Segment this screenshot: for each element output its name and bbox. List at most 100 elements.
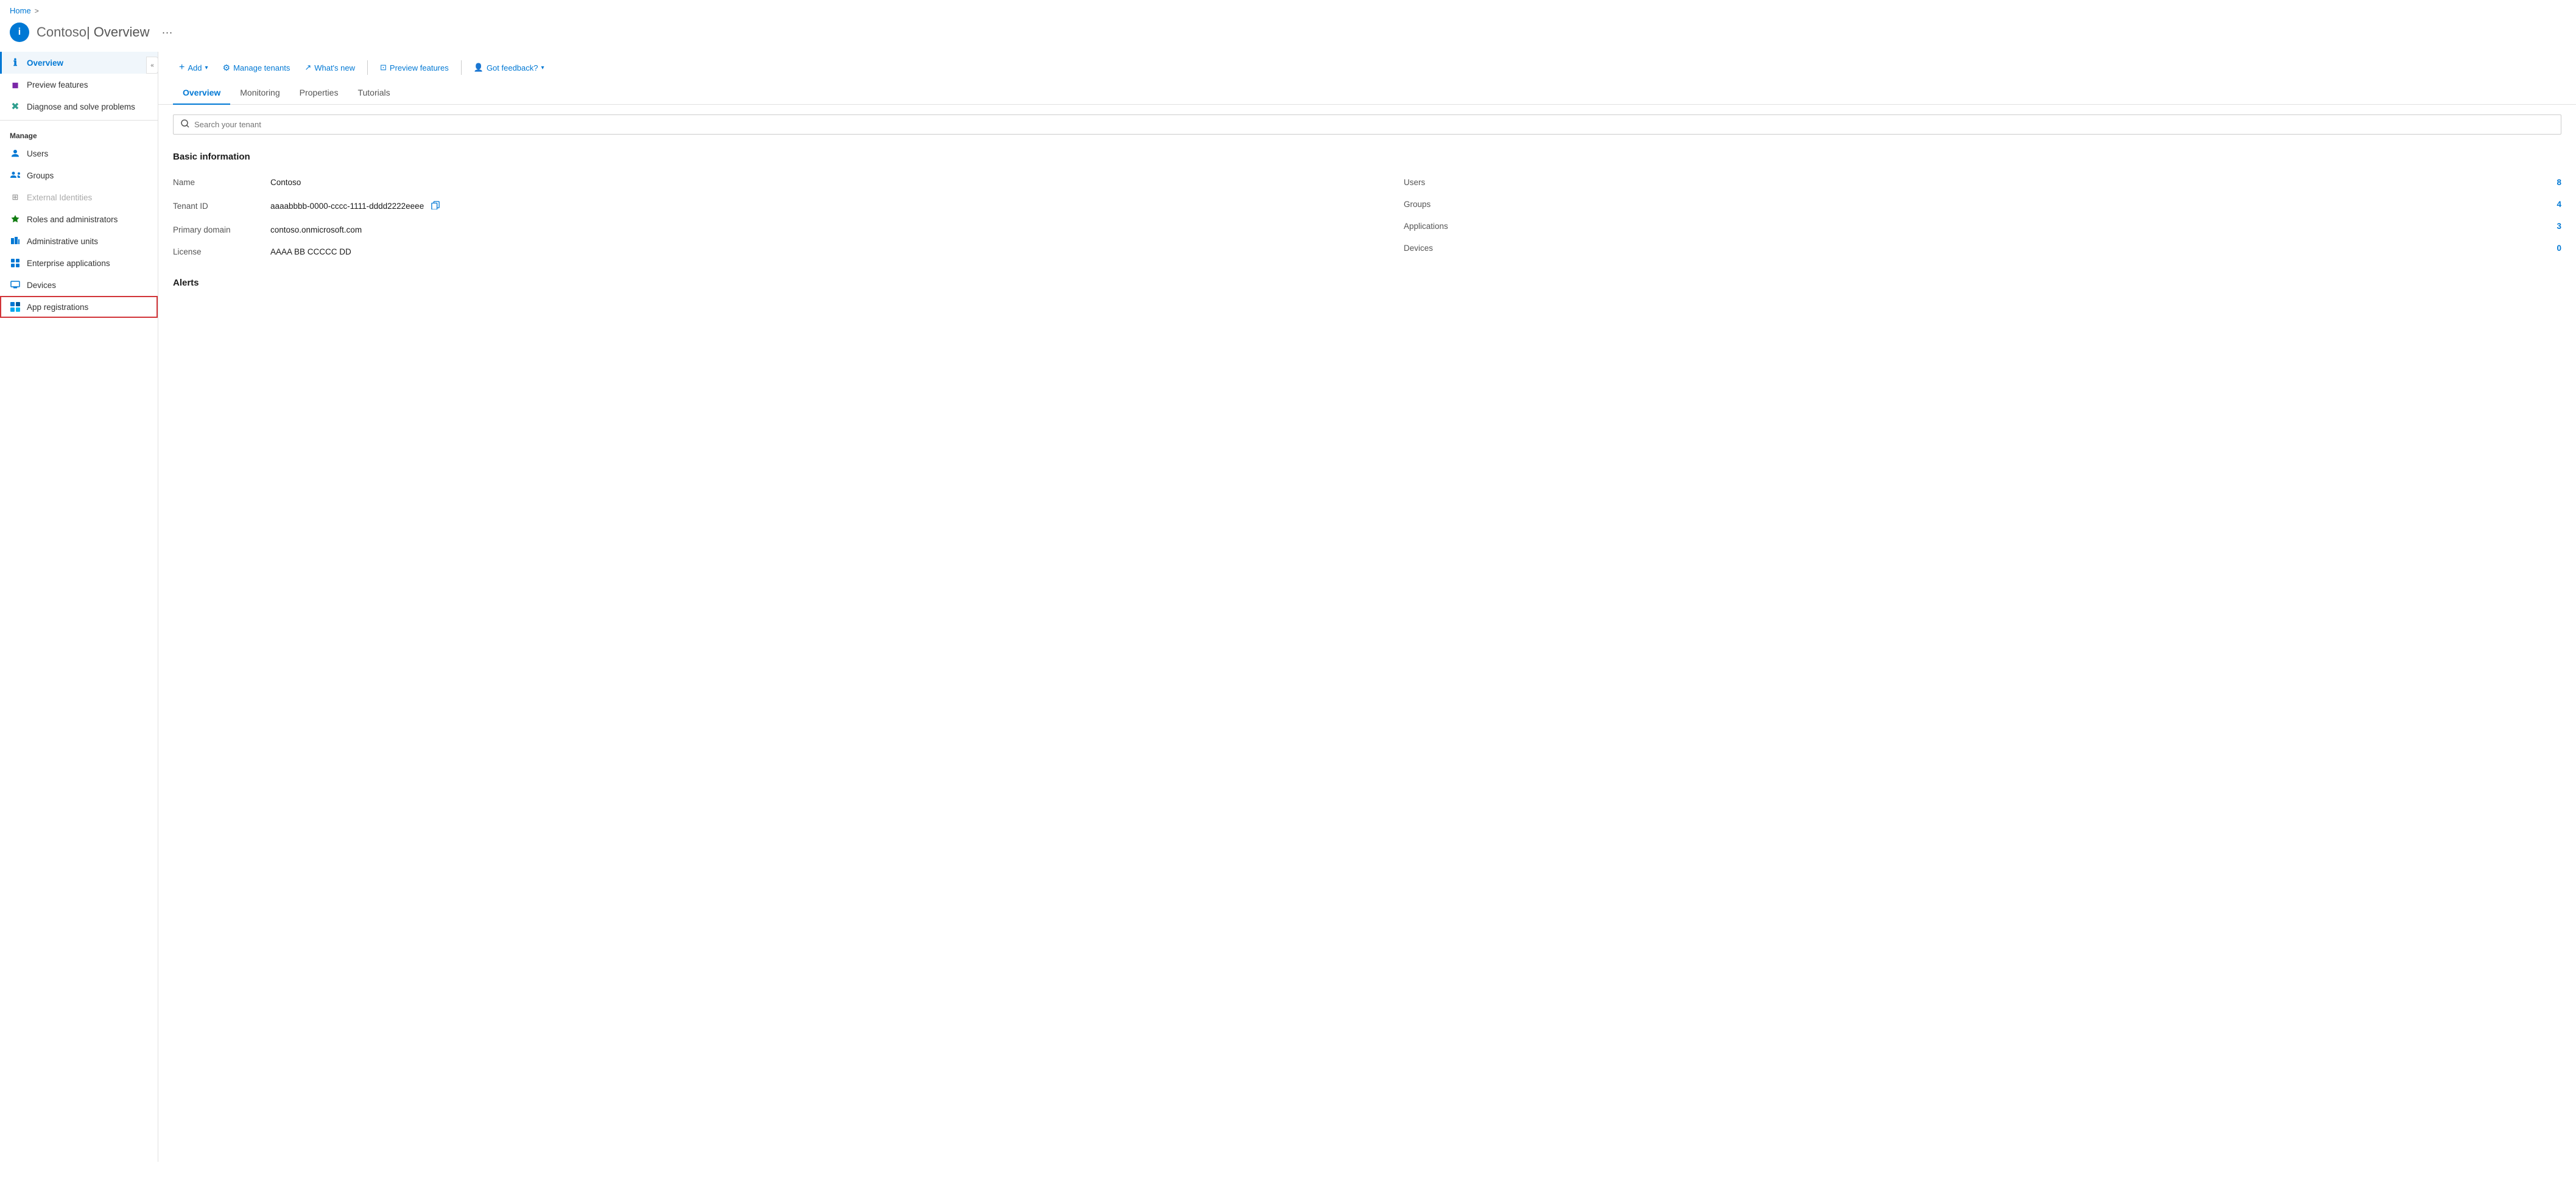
sidebar-item-roles-label: Roles and administrators (27, 215, 118, 224)
sidebar-item-enterprise-apps[interactable]: Enterprise applications (0, 252, 158, 274)
sidebar-item-devices-label: Devices (27, 281, 56, 290)
name-label: Name (173, 178, 270, 187)
primary-domain-value: contoso.onmicrosoft.com (270, 225, 362, 234)
tabs: Overview Monitoring Properties Tutorials (158, 82, 2576, 105)
breadcrumb: Home > (0, 0, 2576, 18)
info-row-name: Name Contoso (173, 172, 1367, 194)
tab-monitoring[interactable]: Monitoring (230, 82, 289, 105)
preview-features-icon: ◼ (10, 79, 21, 90)
sidebar-item-roles-administrators[interactable]: Roles and administrators (0, 208, 158, 230)
breadcrumb-home[interactable]: Home (10, 6, 31, 15)
sidebar-item-enterprise-apps-label: Enterprise applications (27, 259, 110, 268)
add-icon: + (179, 62, 185, 73)
info-row-primary-domain: Primary domain contoso.onmicrosoft.com (173, 219, 1367, 241)
sidebar-item-admin-units-label: Administrative units (27, 237, 98, 246)
sidebar-item-external-identities-label: External Identities (27, 193, 92, 202)
whats-new-button[interactable]: ↗ What's new (298, 60, 361, 76)
stat-row-users: Users 8 (1404, 172, 2561, 194)
sidebar-item-users-label: Users (27, 149, 48, 158)
alerts-title: Alerts (173, 278, 2561, 288)
stat-groups-label: Groups (1404, 200, 1431, 209)
sidebar-scroll: ℹ Overview ◼ Preview features ✖ Diagnose… (0, 52, 158, 1162)
sidebar-item-diagnose-label: Diagnose and solve problems (27, 102, 135, 111)
got-feedback-button[interactable]: 👤 Got feedback? ▾ (468, 60, 551, 76)
stat-users-value[interactable]: 8 (2557, 178, 2561, 187)
preview-features-button[interactable]: ⊡ Preview features (374, 60, 455, 76)
tenant-id-label: Tenant ID (173, 202, 270, 211)
sidebar-item-preview-features-label: Preview features (27, 80, 88, 90)
basic-info-title: Basic information (173, 152, 2561, 162)
content-area: + Add ▾ ⚙ Manage tenants ↗ What's new ⊡ … (158, 52, 2576, 1162)
overview-icon: ℹ (10, 57, 21, 68)
feedback-icon: 👤 (474, 63, 484, 72)
sidebar-item-overview-label: Overview (27, 58, 63, 68)
license-label: License (173, 247, 270, 256)
sidebar-item-groups[interactable]: Groups (0, 164, 158, 186)
more-button[interactable]: ··· (157, 24, 177, 41)
tenant-id-value: aaaabbbb-0000-cccc-1111-dddd2222eeee (270, 200, 442, 213)
sidebar-item-preview-features[interactable]: ◼ Preview features (0, 74, 158, 96)
tab-tutorials[interactable]: Tutorials (348, 82, 399, 105)
manage-section-label: Manage (0, 123, 158, 142)
stat-applications-label: Applications (1404, 222, 1448, 231)
sidebar-item-diagnose[interactable]: ✖ Diagnose and solve problems (0, 96, 158, 118)
sidebar-collapse-button[interactable]: « (146, 57, 158, 74)
manage-tenants-button[interactable]: ⚙ Manage tenants (217, 60, 297, 76)
toolbar-separator (367, 60, 368, 75)
sidebar-item-overview[interactable]: ℹ Overview (0, 52, 158, 74)
tab-properties[interactable]: Properties (290, 82, 348, 105)
stat-row-applications: Applications 3 (1404, 216, 2561, 237)
preview-features-toolbar-icon: ⊡ (380, 63, 387, 72)
info-row-tenant-id: Tenant ID aaaabbbb-0000-cccc-1111-dddd22… (173, 194, 1367, 219)
stat-devices-value[interactable]: 0 (2557, 244, 2561, 253)
stat-applications-value[interactable]: 3 (2557, 222, 2561, 231)
external-identities-icon: ⊞ (10, 192, 21, 203)
sidebar: « ℹ Overview ◼ Preview features ✖ Diagno… (0, 52, 158, 1162)
tenant-search[interactable] (173, 114, 2561, 135)
users-icon (10, 148, 21, 159)
sidebar-item-admin-units[interactable]: Administrative units (0, 230, 158, 252)
copy-tenant-id-button[interactable] (429, 200, 442, 213)
sidebar-divider-1 (0, 120, 158, 121)
info-right-column: Users 8 Groups 4 Applications 3 Device (1367, 172, 2561, 263)
search-icon (181, 119, 189, 130)
stat-users-label: Users (1404, 178, 1425, 187)
sidebar-item-external-identities[interactable]: ⊞ External Identities (0, 186, 158, 208)
roles-icon (10, 214, 21, 225)
stat-row-groups: Groups 4 (1404, 194, 2561, 216)
tab-overview[interactable]: Overview (173, 82, 230, 105)
diagnose-icon: ✖ (10, 101, 21, 112)
groups-icon (10, 170, 21, 181)
stat-devices-label: Devices (1404, 244, 1433, 253)
sidebar-item-app-registrations[interactable]: App registrations (0, 296, 158, 318)
name-value: Contoso (270, 178, 301, 187)
basic-info-section: Basic information Name Contoso Tenant ID… (158, 142, 2576, 293)
admin-units-icon (10, 236, 21, 247)
stat-groups-value[interactable]: 4 (2557, 200, 2561, 209)
primary-domain-label: Primary domain (173, 225, 270, 234)
stat-row-devices: Devices 0 (1404, 237, 2561, 259)
toolbar: + Add ▾ ⚙ Manage tenants ↗ What's new ⊡ … (158, 52, 2576, 82)
devices-icon (10, 279, 21, 290)
app-registrations-icon (10, 301, 21, 312)
info-row-license: License AAAA BB CCCCC DD (173, 241, 1367, 263)
stats-grid: Users 8 Groups 4 Applications 3 Device (1367, 172, 2561, 259)
header-icon: i (10, 23, 29, 42)
whats-new-icon: ↗ (304, 63, 311, 72)
sidebar-item-devices[interactable]: Devices (0, 274, 158, 296)
sidebar-item-app-registrations-label: App registrations (27, 303, 88, 312)
feedback-chevron-icon: ▾ (541, 65, 544, 71)
sidebar-item-groups-label: Groups (27, 171, 54, 180)
info-left-column: Name Contoso Tenant ID aaaabbbb-0000-ccc… (173, 172, 1367, 263)
sidebar-item-users[interactable]: Users (0, 142, 158, 164)
toolbar-separator-2 (461, 60, 462, 75)
add-chevron-icon: ▾ (205, 65, 208, 71)
page-title-suffix: | Overview (86, 24, 150, 40)
info-grid: Name Contoso Tenant ID aaaabbbb-0000-ccc… (173, 172, 2561, 263)
breadcrumb-separator: > (35, 7, 39, 15)
page-title: Contoso| Overview (37, 24, 149, 40)
main-layout: « ℹ Overview ◼ Preview features ✖ Diagno… (0, 52, 2576, 1162)
manage-tenants-icon: ⚙ (223, 63, 231, 73)
search-input[interactable] (194, 120, 2553, 129)
add-button[interactable]: + Add ▾ (173, 59, 214, 76)
